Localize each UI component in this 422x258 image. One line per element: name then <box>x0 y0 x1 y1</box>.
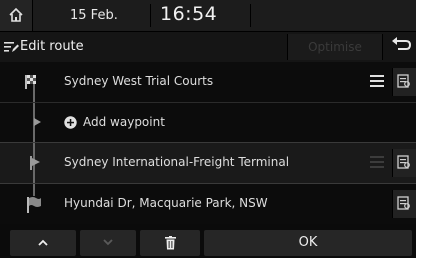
status-time: 16:54 <box>160 3 218 25</box>
destination-flag-icon <box>27 197 41 213</box>
edit-route-icon <box>4 42 19 52</box>
status-divider <box>150 4 151 27</box>
ok-label: OK <box>298 235 318 250</box>
add-icon <box>64 116 77 129</box>
delete-button[interactable] <box>140 230 200 256</box>
route-item-label: Hyundai Dr, Macquarie Park, NSW <box>64 196 268 210</box>
route-detail-button[interactable] <box>392 68 416 96</box>
route-detail-icon <box>397 155 410 169</box>
route-detail-button[interactable] <box>392 190 416 218</box>
home-icon <box>9 7 23 22</box>
status-divider <box>250 4 251 27</box>
add-waypoint-label: Add waypoint <box>83 115 165 129</box>
home-button[interactable] <box>0 0 33 31</box>
route-detail-button[interactable] <box>392 149 416 177</box>
chevron-down-icon <box>103 239 113 246</box>
start-flag-icon <box>25 75 36 89</box>
trash-icon <box>165 236 176 250</box>
add-waypoint-row[interactable]: Add waypoint <box>0 103 416 143</box>
move-up-button[interactable] <box>10 230 76 256</box>
reorder-handle-icon[interactable] <box>370 156 384 168</box>
route-line <box>33 184 35 196</box>
chevron-up-icon <box>38 239 48 246</box>
route-detail-icon <box>397 196 410 210</box>
route-item-start[interactable]: Sydney West Trial Courts <box>0 62 416 102</box>
status-date: 15 Feb. <box>70 8 118 23</box>
route-item-destination[interactable]: Hyundai Dr, Macquarie Park, NSW <box>0 184 416 224</box>
waypoint-flag-icon <box>34 118 41 126</box>
bottom-toolbar: OK <box>0 228 416 258</box>
route-item-label: Sydney West Trial Courts <box>64 74 214 88</box>
route-item-waypoint[interactable]: Sydney International-Freight Terminal <box>0 142 416 184</box>
status-bar: 15 Feb. 16:54 <box>0 0 416 32</box>
ok-button[interactable]: OK <box>204 230 412 256</box>
optimise-button[interactable]: Optimise <box>287 34 383 60</box>
move-down-button[interactable] <box>80 230 136 256</box>
navigation-screen: 15 Feb. 16:54 Edit route Optimise Sydney… <box>0 0 416 258</box>
route-detail-icon <box>397 74 410 88</box>
screen-border <box>416 0 422 258</box>
title-bar: Edit route Optimise <box>0 32 416 63</box>
route-item-label: Sydney International-Freight Terminal <box>64 155 290 169</box>
page-title: Edit route <box>20 39 84 54</box>
waypoint-flag-icon <box>30 156 40 170</box>
back-icon[interactable] <box>390 36 412 56</box>
reorder-handle-icon[interactable] <box>370 75 384 87</box>
